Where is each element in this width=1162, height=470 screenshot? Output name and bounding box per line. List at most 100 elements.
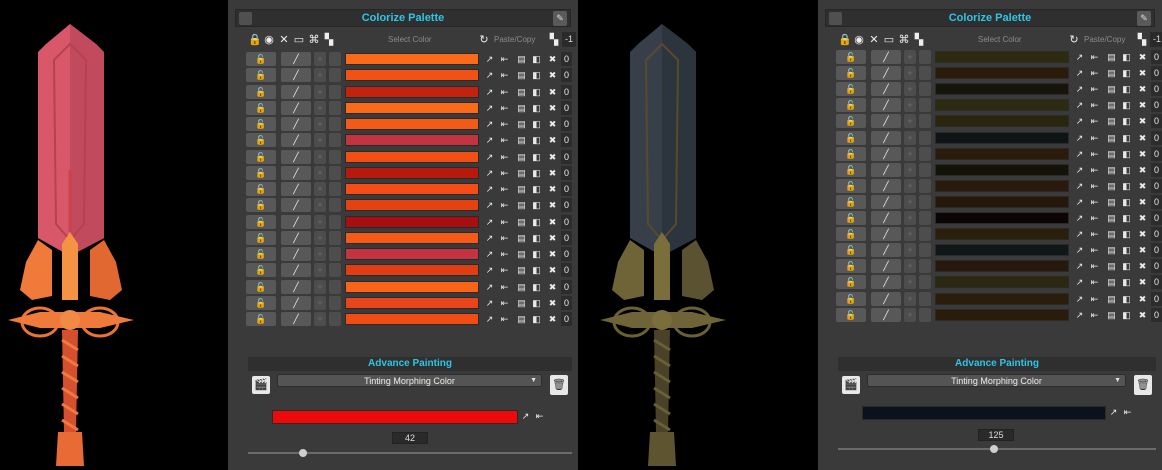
color-swatch[interactable]	[345, 199, 479, 212]
brush-icon[interactable]: ╱	[281, 230, 311, 245]
eyedropper-icon[interactable]: ↗	[484, 134, 495, 146]
mode-dropdown[interactable]: Tinting Morphing Color ▼	[277, 374, 542, 387]
apply-arrow-icon[interactable]: ⇤	[1089, 196, 1100, 208]
apply-arrow-icon[interactable]: ⇤	[499, 297, 510, 309]
copy-icon[interactable]: ◧	[1121, 309, 1132, 321]
remove-button[interactable]	[329, 198, 341, 213]
paste-icon[interactable]: ▤	[1106, 115, 1117, 127]
lock-icon[interactable]: 🔓	[836, 146, 866, 161]
add-icon[interactable]: +	[904, 82, 916, 97]
apply-arrow-icon[interactable]: ⇤	[499, 118, 510, 130]
paste-icon[interactable]: ▤	[516, 151, 527, 163]
morph-color-field[interactable]	[862, 406, 1106, 420]
brush-icon[interactable]: ╱	[281, 68, 311, 83]
lock-icon[interactable]: 🔓	[836, 98, 866, 113]
pin-icon[interactable]: ✎	[553, 11, 567, 26]
add-icon[interactable]: +	[904, 243, 916, 258]
add-icon[interactable]: +	[314, 133, 326, 148]
lock-icon[interactable]: 🔓	[246, 312, 276, 326]
copy-icon[interactable]: ◧	[531, 297, 542, 309]
add-icon[interactable]: +	[314, 117, 326, 131]
brush-icon[interactable]: ╱	[281, 312, 311, 326]
left-3d-viewport[interactable]	[0, 0, 228, 470]
brush-icon[interactable]: ╱	[871, 114, 901, 129]
add-icon[interactable]: +	[314, 198, 326, 213]
brush-icon[interactable]: ╱	[871, 194, 901, 209]
apply-arrow-icon[interactable]: ⇤	[1089, 115, 1100, 127]
color-swatch[interactable]	[345, 118, 479, 130]
lock-icon[interactable]: 🔓	[836, 178, 866, 193]
add-icon[interactable]: +	[314, 263, 326, 278]
apply-arrow-icon[interactable]: ⇤	[499, 102, 510, 114]
eyedropper-icon[interactable]: ↗	[484, 86, 495, 98]
brush-icon[interactable]: ╱	[871, 259, 901, 274]
copy-icon[interactable]: ◧	[531, 69, 542, 81]
eyedropper-icon[interactable]: ↗	[1074, 260, 1085, 272]
color-swatch[interactable]	[935, 115, 1069, 128]
add-icon[interactable]: +	[314, 230, 326, 245]
lock-icon[interactable]: 🔓	[246, 182, 276, 196]
color-swatch[interactable]	[345, 53, 479, 65]
add-icon[interactable]: +	[904, 130, 916, 145]
color-swatch[interactable]	[935, 51, 1069, 63]
copy-icon[interactable]: ◧	[531, 199, 542, 211]
film-icon[interactable]: 🎬	[252, 376, 270, 394]
remove-button[interactable]	[919, 259, 931, 274]
remove-button[interactable]	[329, 182, 341, 196]
eyedropper-icon[interactable]: ↗	[1074, 51, 1085, 63]
apply-arrow-icon[interactable]: ⇤	[1089, 132, 1100, 144]
close-icon[interactable]: ✕	[278, 34, 290, 46]
lock-icon[interactable]: 🔓	[836, 227, 866, 242]
lock-icon[interactable]: 🔓	[836, 162, 866, 177]
add-icon[interactable]: +	[314, 165, 326, 180]
paste-icon[interactable]: ▤	[516, 86, 527, 98]
eyedropper-icon[interactable]: ↗	[484, 232, 495, 244]
color-swatch[interactable]	[935, 212, 1069, 224]
apply-arrow-icon[interactable]: ⇤	[1089, 99, 1100, 111]
lock-icon[interactable]: 🔓	[836, 211, 866, 225]
frame-icon[interactable]: ▭	[293, 34, 305, 46]
color-swatch[interactable]	[935, 179, 1069, 192]
copy-icon[interactable]: ◧	[1121, 148, 1132, 160]
paste-icon[interactable]: ▤	[516, 134, 527, 146]
brush-icon[interactable]: ╱	[281, 133, 311, 148]
apply-arrow-icon[interactable]: ⇤	[1089, 228, 1100, 240]
reset-icon[interactable]: ✖	[547, 69, 558, 81]
brush-icon[interactable]: ╱	[871, 211, 901, 225]
copy-icon[interactable]: ◧	[531, 167, 542, 179]
lock-icon[interactable]: 🔓	[246, 247, 276, 261]
reset-icon[interactable]: ✖	[547, 297, 558, 309]
shuffle-icon[interactable]: ⌘	[898, 34, 910, 46]
color-swatch[interactable]	[345, 313, 479, 325]
brush-icon[interactable]: ╱	[281, 295, 311, 310]
lock-icon[interactable]: 🔓	[836, 66, 866, 81]
remove-button[interactable]	[329, 149, 341, 164]
copy-icon[interactable]: ◧	[1121, 180, 1132, 192]
add-icon[interactable]: +	[904, 211, 916, 225]
apply-arrow-icon[interactable]: ⇤	[1089, 164, 1100, 176]
paste-icon[interactable]: ▤	[1106, 228, 1117, 240]
lock-icon[interactable]: 🔓	[836, 259, 866, 274]
paste-icon[interactable]: ▤	[516, 216, 527, 228]
reset-icon[interactable]: ✖	[547, 151, 558, 163]
reset-icon[interactable]: ✖	[547, 86, 558, 98]
lock-all-icon[interactable]: 🔒	[248, 34, 262, 46]
eye-icon[interactable]: ◉	[263, 34, 275, 46]
paste-copy-label[interactable]: Paste/Copy	[494, 35, 535, 44]
paste-icon[interactable]: ▤	[1106, 180, 1117, 192]
paste-icon[interactable]: ▤	[516, 313, 527, 325]
lock-icon[interactable]: 🔓	[836, 194, 866, 209]
color-swatch[interactable]	[935, 147, 1069, 160]
eyedropper-icon[interactable]: ↗	[484, 264, 495, 276]
copy-icon[interactable]: ◧	[531, 216, 542, 228]
apply-arrow-icon[interactable]: ⇤	[499, 281, 510, 293]
lock-icon[interactable]: 🔓	[836, 50, 866, 64]
lock-icon[interactable]: 🔓	[836, 291, 866, 306]
brush-icon[interactable]: ╱	[871, 178, 901, 193]
paste-icon[interactable]: ▤	[516, 297, 527, 309]
brush-icon[interactable]: ╱	[871, 82, 901, 97]
paste-icon[interactable]: ▤	[1106, 309, 1117, 321]
apply-arrow-icon[interactable]: ⇤	[1089, 180, 1100, 192]
eye-icon[interactable]: ◉	[853, 34, 865, 46]
copy-icon[interactable]: ◧	[1121, 99, 1132, 111]
